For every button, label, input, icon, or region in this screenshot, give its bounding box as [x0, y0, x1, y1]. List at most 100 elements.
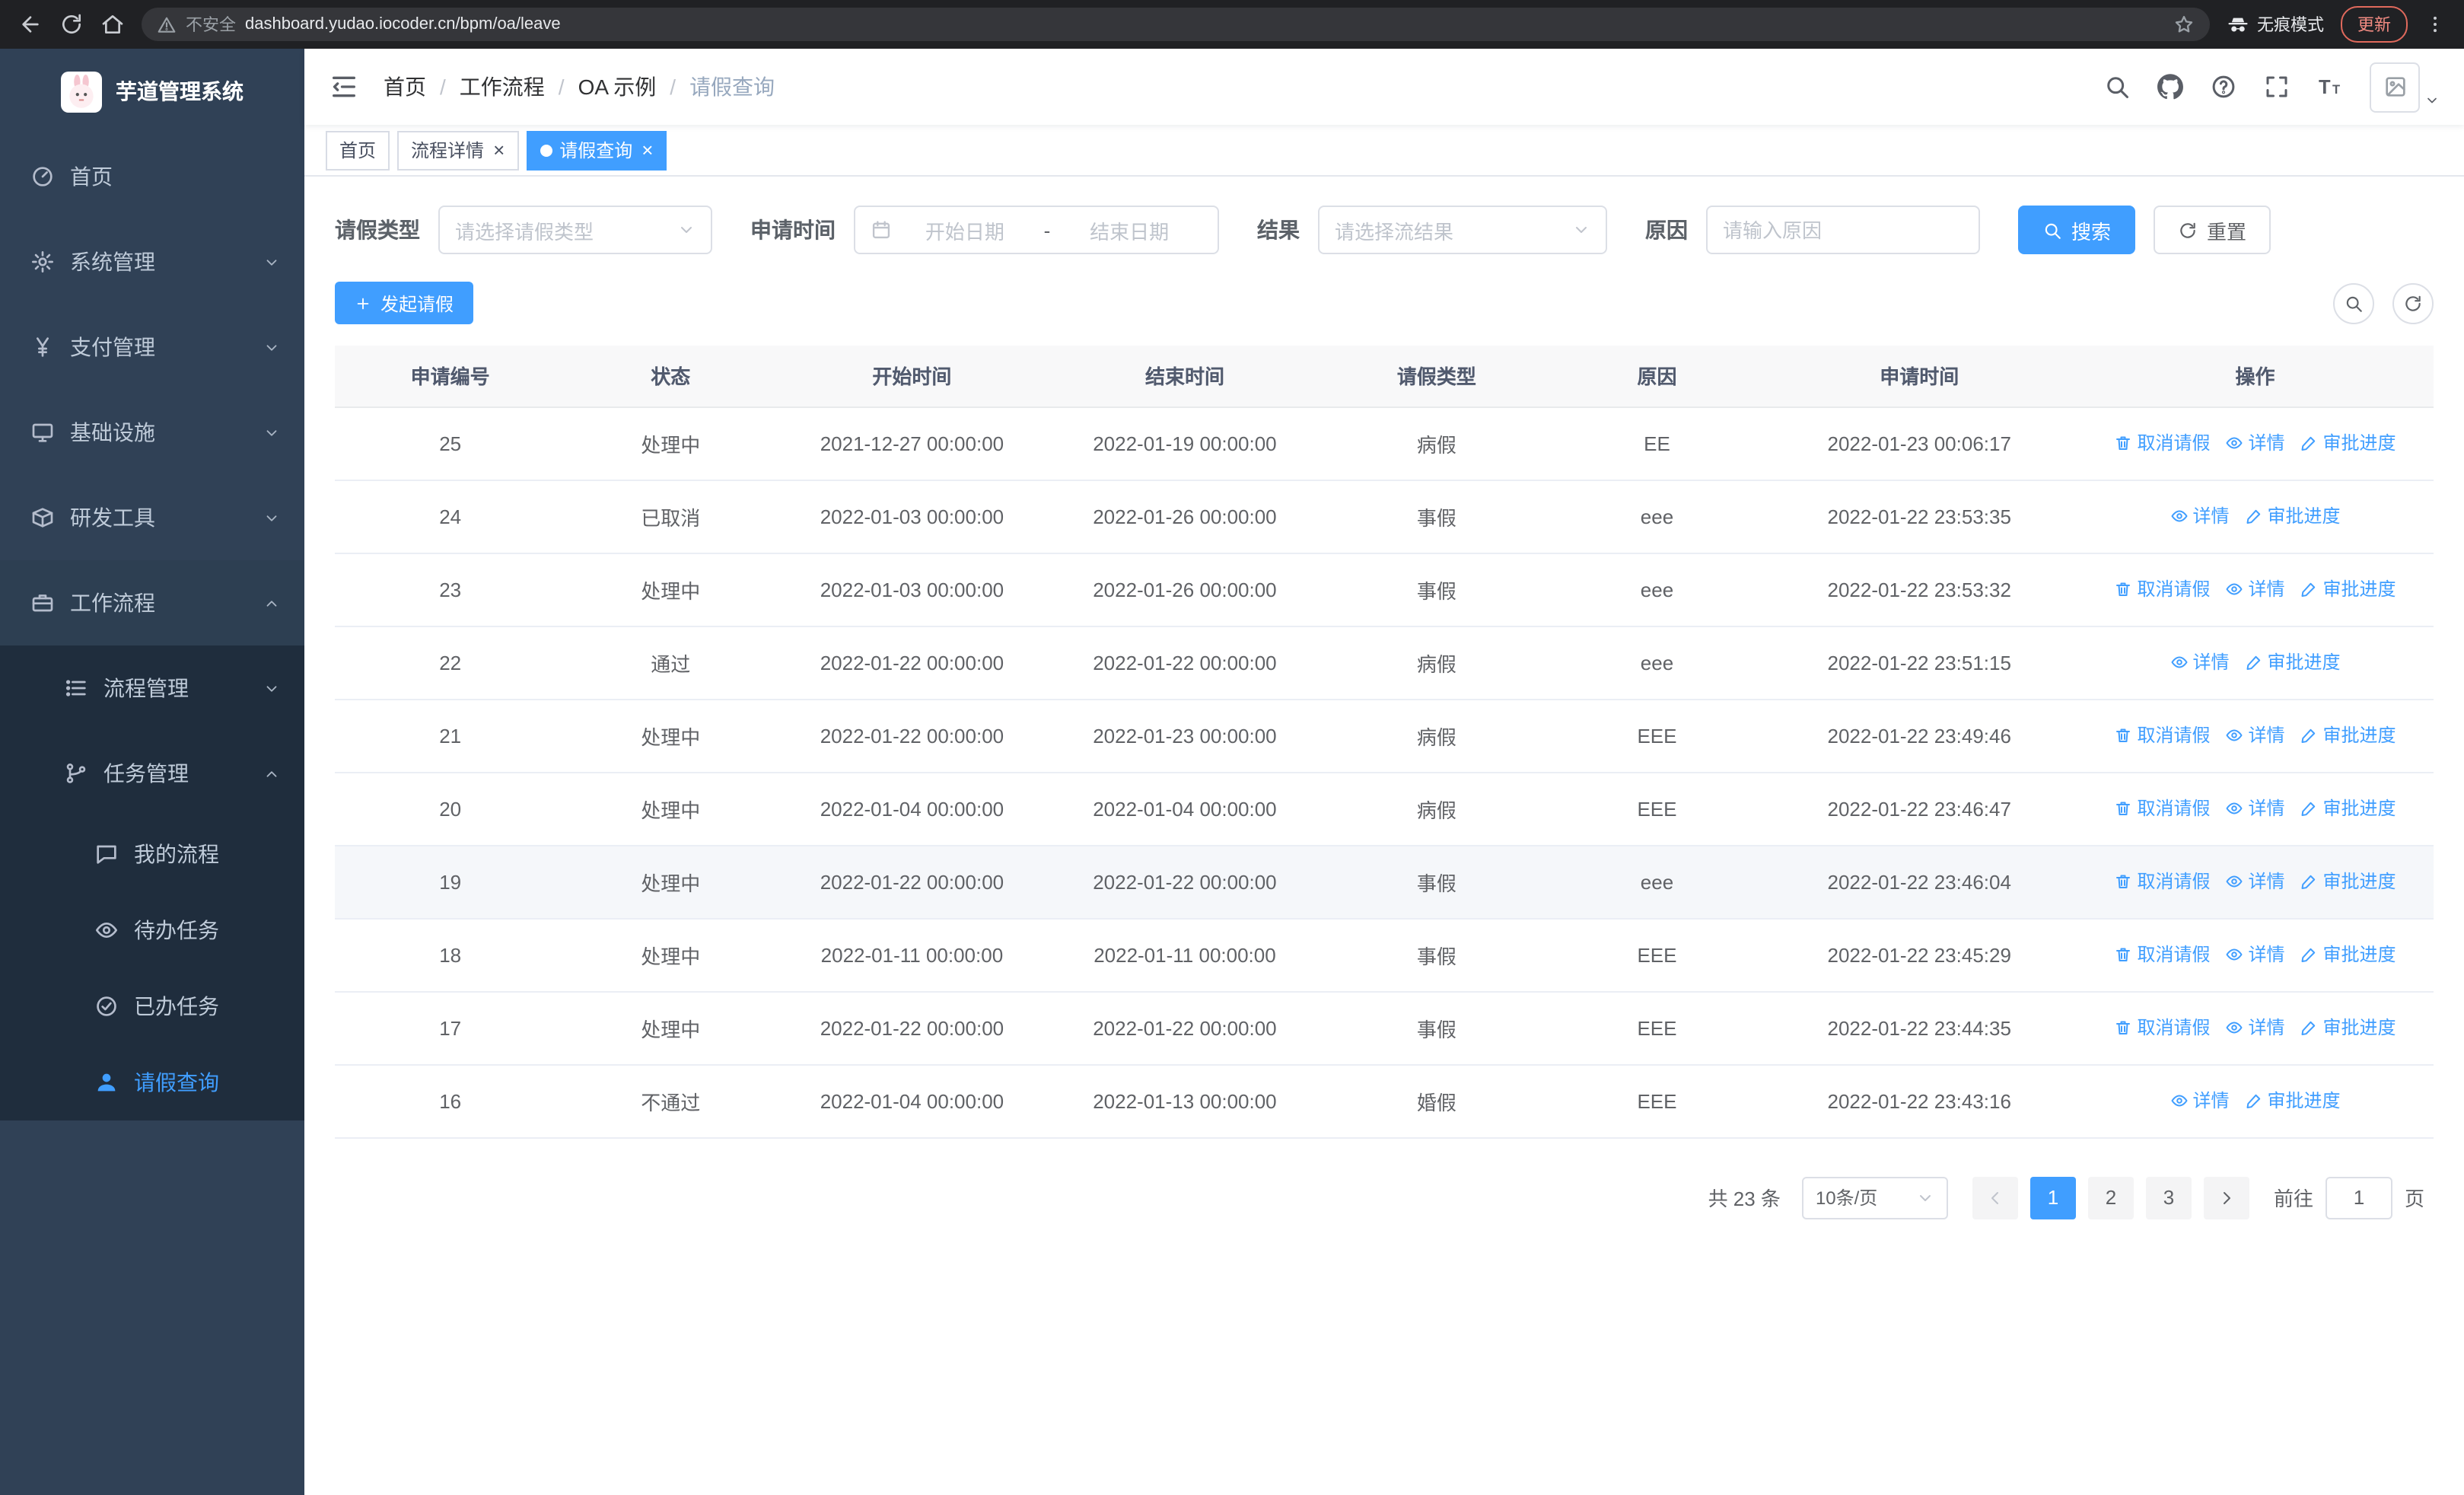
sidebar-item-home[interactable]: 首页 [0, 134, 304, 219]
cell-status: 处理中 [565, 699, 776, 773]
reset-button-label: 重置 [2207, 220, 2247, 243]
result-select[interactable]: 请选择流结果 [1318, 206, 1607, 254]
sidebar-item-my-process[interactable]: 我的流程 [0, 816, 304, 892]
action-detail-link[interactable]: 详情 [2170, 1088, 2230, 1114]
user-avatar-menu[interactable] [2370, 62, 2440, 112]
breadcrumb-item[interactable]: 工作流程 [460, 72, 545, 102]
search-button[interactable]: 搜索 [2018, 206, 2136, 254]
action-cancel-link[interactable]: 取消请假 [2114, 869, 2211, 894]
action-detail-link[interactable]: 详情 [2226, 942, 2285, 967]
result-label: 结果 [1257, 218, 1300, 242]
tab-label: 首页 [339, 140, 377, 161]
goto-page-input[interactable] [2325, 1176, 2392, 1219]
action-cancel-link[interactable]: 取消请假 [2114, 430, 2211, 456]
bookmark-star-icon[interactable] [2173, 14, 2195, 35]
next-page-button[interactable] [2203, 1176, 2249, 1219]
reason-input[interactable] [1706, 206, 1980, 254]
chevron-down-icon [1916, 1188, 1934, 1207]
action-progress-link[interactable]: 审批进度 [2300, 1015, 2396, 1041]
action-detail-link[interactable]: 详情 [2226, 795, 2285, 821]
reset-button[interactable]: 重置 [2154, 206, 2271, 254]
breadcrumb-item[interactable]: 首页 [384, 72, 426, 102]
action-progress-link[interactable]: 审批进度 [2300, 942, 2396, 967]
sidebar-item-done-tasks[interactable]: 已办任务 [0, 968, 304, 1044]
page-button-3[interactable]: 3 [2145, 1176, 2192, 1219]
action-progress-link[interactable]: 审批进度 [2300, 430, 2396, 456]
sidebar-item-system[interactable]: 系统管理 [0, 219, 304, 304]
action-progress-link[interactable]: 审批进度 [2300, 576, 2396, 602]
action-detail-link[interactable]: 详情 [2226, 722, 2285, 748]
font-size-icon[interactable]: TT [2316, 73, 2344, 100]
action-progress-link[interactable]: 审批进度 [2300, 722, 2396, 748]
tab-process-detail[interactable]: 流程详情 × [397, 130, 519, 170]
browser-home-icon[interactable] [100, 12, 125, 37]
page-button-2[interactable]: 2 [2087, 1176, 2134, 1219]
action-progress-link[interactable]: 审批进度 [2245, 649, 2341, 675]
sidebar-item-workflow[interactable]: 工作流程 [0, 560, 304, 645]
action-cancel-link[interactable]: 取消请假 [2114, 1015, 2211, 1041]
cell-status: 处理中 [565, 553, 776, 626]
cell-start: 2021-12-27 00:00:00 [775, 406, 1049, 480]
action-cancel-link[interactable]: 取消请假 [2114, 722, 2211, 748]
github-icon[interactable] [2157, 73, 2184, 100]
navbar-search-icon[interactable] [2103, 73, 2131, 100]
action-progress-link[interactable]: 审批进度 [2300, 795, 2396, 821]
help-icon[interactable] [2210, 73, 2237, 100]
sidebar-item-todo-tasks[interactable]: 待办任务 [0, 892, 304, 968]
action-progress-link[interactable]: 审批进度 [2245, 503, 2341, 529]
tab-close-icon[interactable]: × [493, 140, 505, 160]
browser-menu-icon[interactable] [2424, 14, 2446, 35]
cell-end: 2022-01-22 00:00:00 [1048, 845, 1322, 919]
eye-icon [2170, 653, 2189, 671]
create-leave-button[interactable]: 发起请假 [335, 282, 474, 324]
chevron-down-icon [677, 221, 696, 239]
yen-icon [30, 335, 55, 359]
page-button-1[interactable]: 1 [2029, 1176, 2076, 1219]
refresh-table-button[interactable] [2392, 282, 2434, 324]
cell-id: 24 [335, 480, 566, 553]
action-cancel-link[interactable]: 取消请假 [2114, 576, 2211, 602]
apply-time-range-input[interactable]: 开始日期 - 结束日期 [854, 206, 1219, 254]
leave-type-select[interactable]: 请选择请假类型 [438, 206, 712, 254]
action-cancel-link[interactable]: 取消请假 [2114, 942, 2211, 967]
action-progress-link[interactable]: 审批进度 [2300, 869, 2396, 894]
cell-actions: 取消请假 详情 审批进度 [2077, 699, 2434, 773]
action-detail-link[interactable]: 详情 [2170, 649, 2230, 675]
cell-end: 2022-01-22 00:00:00 [1048, 626, 1322, 700]
action-detail-link[interactable]: 详情 [2170, 503, 2230, 529]
update-button[interactable]: 更新 [2341, 6, 2408, 43]
tab-close-icon[interactable]: × [641, 140, 653, 160]
sidebar-toggle-icon[interactable] [329, 72, 359, 102]
cell-actions: 详情 审批进度 [2077, 626, 2434, 700]
page-size-select[interactable]: 10条/页 [1801, 1176, 1948, 1219]
leave-type-label: 请假类型 [335, 218, 420, 242]
action-detail-link[interactable]: 详情 [2226, 430, 2285, 456]
security-label: 不安全 [186, 17, 236, 35]
cell-id: 18 [335, 918, 566, 992]
prev-page-button[interactable] [1972, 1176, 2018, 1219]
action-cancel-link[interactable]: 取消请假 [2114, 795, 2211, 821]
breadcrumb-item[interactable]: OA 示例 [578, 72, 657, 102]
address-bar[interactable]: 不安全 dashboard.yudao.iocoder.cn/bpm/oa/le… [142, 8, 2210, 41]
action-progress-link[interactable]: 审批进度 [2245, 1088, 2341, 1114]
column-header: 开始时间 [775, 346, 1049, 407]
action-detail-link[interactable]: 详情 [2226, 1015, 2285, 1041]
action-detail-link[interactable]: 详情 [2226, 869, 2285, 894]
calendar-icon [871, 219, 892, 241]
sidebar-item-payment[interactable]: 支付管理 [0, 304, 304, 390]
tab-leave-query[interactable]: 请假查询 × [526, 130, 667, 170]
sidebar-item-devtools[interactable]: 研发工具 [0, 475, 304, 560]
fullscreen-icon[interactable] [2263, 73, 2291, 100]
sidebar-item-process-management[interactable]: 流程管理 [0, 645, 304, 731]
toggle-search-button[interactable] [2333, 282, 2374, 324]
sidebar-item-leave-query[interactable]: 请假查询 [0, 1044, 304, 1120]
sidebar-item-task-management[interactable]: 任务管理 [0, 731, 304, 816]
sidebar-item-infrastructure[interactable]: 基础设施 [0, 390, 304, 475]
browser-back-icon[interactable] [18, 12, 43, 37]
tab-home[interactable]: 首页 [326, 130, 390, 170]
screen: 不安全 dashboard.yudao.iocoder.cn/bpm/oa/le… [0, 0, 2464, 1495]
browser-reload-icon[interactable] [59, 12, 84, 37]
action-detail-link[interactable]: 详情 [2226, 576, 2285, 602]
cell-applied: 2022-01-22 23:49:46 [1762, 699, 2077, 773]
trash-icon [2114, 726, 2132, 744]
